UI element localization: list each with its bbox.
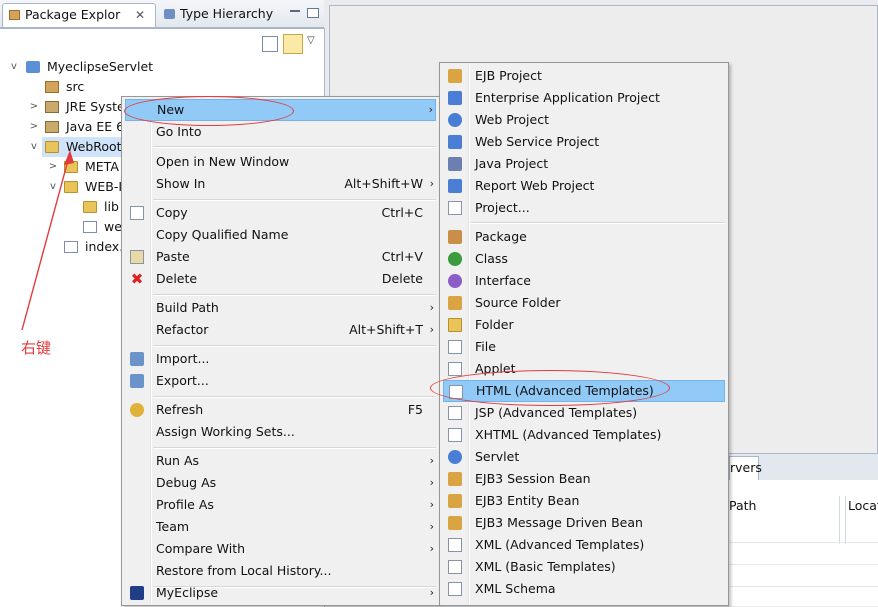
annotation-label: 右键 [21, 339, 52, 357]
annotation-arrow [21, 150, 74, 331]
